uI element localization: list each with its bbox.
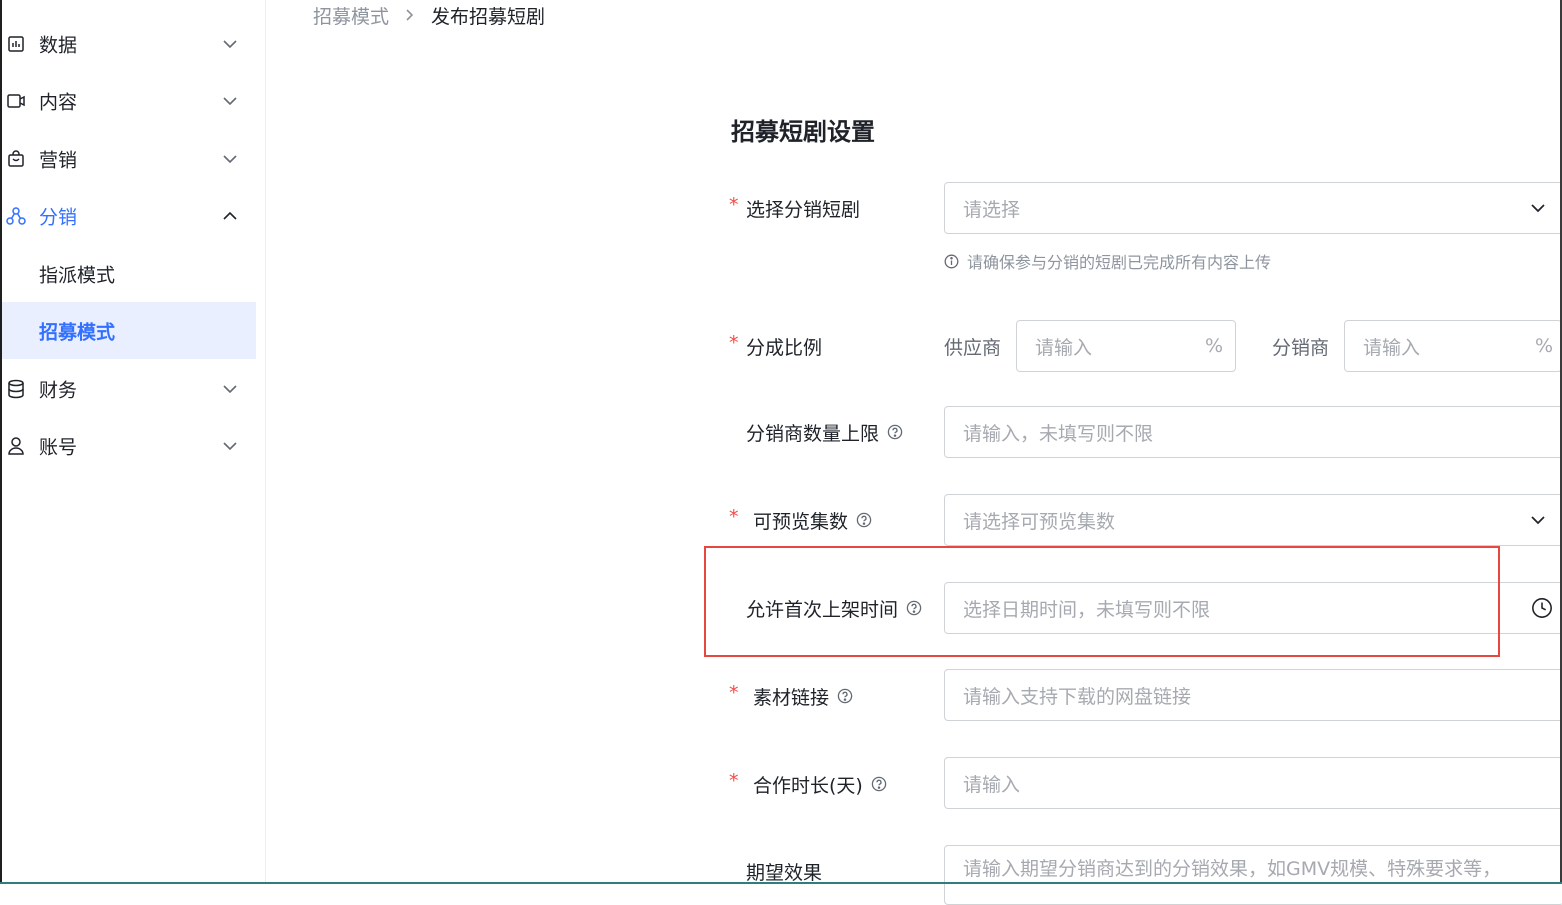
distributor-ratio-input[interactable]: 请输入 %	[1344, 320, 1562, 372]
distributor-label: 分销商	[1272, 331, 1329, 361]
sidebar-subitem-recruit-mode[interactable]: 招募模式	[2, 302, 256, 359]
sidebar-item-account[interactable]: 账号	[2, 417, 256, 474]
sidebar-subitem-assign-mode[interactable]: 指派模式	[2, 245, 256, 302]
chevron-down-icon	[220, 436, 240, 456]
sidebar-item-label: 账号	[39, 432, 77, 459]
section-title: 招募短剧设置	[731, 112, 875, 147]
help-icon[interactable]	[906, 600, 922, 616]
video-icon	[6, 91, 26, 111]
material-link-label: 素材链接	[753, 681, 853, 711]
select-drama-dropdown[interactable]: 请选择	[944, 182, 1562, 234]
sidebar-item-content[interactable]: 内容	[2, 72, 256, 129]
bar-chart-icon	[6, 34, 26, 54]
help-icon[interactable]	[871, 776, 887, 792]
percent-suffix: %	[1535, 335, 1553, 357]
material-link-label-text: 素材链接	[753, 683, 829, 710]
select-drama-hint: 请确保参与分销的短剧已完成所有内容上传	[944, 250, 1271, 272]
sidebar-item-marketing[interactable]: 营销	[2, 130, 256, 187]
required-mark: *	[729, 194, 739, 216]
cooperation-days-label-text: 合作时长(天)	[753, 771, 863, 798]
sidebar-item-label: 分销	[39, 202, 77, 229]
sidebar: 数据 内容 营销	[0, 0, 266, 884]
expected-effect-placeholder: 请输入期望分销商达到的分销效果，如GMV规模、特殊要求等，	[963, 858, 1501, 880]
preview-episodes-dropdown[interactable]: 请选择可预览集数	[944, 494, 1562, 546]
select-drama-placeholder: 请选择	[963, 195, 1020, 222]
required-mark: *	[729, 506, 739, 528]
chevron-down-icon	[220, 91, 240, 111]
distribution-icon	[6, 206, 26, 226]
sidebar-item-label: 内容	[39, 87, 77, 114]
material-link-input[interactable]: 请输入支持下载的网盘链接	[944, 669, 1562, 721]
chevron-down-icon	[220, 149, 240, 169]
first-release-time-picker[interactable]: 选择日期时间，未填写则不限	[944, 582, 1562, 634]
cooperation-days-input[interactable]: 请输入	[944, 757, 1562, 809]
preview-episodes-label: 可预览集数	[753, 505, 872, 535]
distributor-ratio-placeholder: 请输入	[1363, 333, 1420, 360]
supplier-ratio-input[interactable]: 请输入 %	[1016, 320, 1236, 372]
chevron-up-icon	[220, 206, 240, 226]
chevron-down-icon	[220, 379, 240, 399]
help-icon[interactable]	[856, 512, 872, 528]
sidebar-item-data[interactable]: 数据	[2, 15, 256, 72]
sidebar-item-label: 数据	[39, 30, 77, 57]
material-link-placeholder: 请输入支持下载的网盘链接	[963, 682, 1191, 709]
required-mark: *	[729, 682, 739, 704]
first-release-time-label: 允许首次上架时间	[746, 593, 922, 623]
percent-suffix: %	[1205, 335, 1223, 357]
breadcrumb: 招募模式 发布招募短剧	[313, 0, 545, 30]
select-drama-label: 选择分销短剧	[746, 193, 860, 223]
clock-icon	[1531, 597, 1553, 619]
help-icon[interactable]	[837, 688, 853, 704]
chevron-down-icon	[1527, 509, 1549, 531]
expected-effect-textarea[interactable]: 请输入期望分销商达到的分销效果，如GMV规模、特殊要求等，	[944, 845, 1562, 905]
database-icon	[6, 379, 26, 399]
chevron-down-icon	[220, 34, 240, 54]
info-icon	[944, 254, 959, 269]
sidebar-item-label: 营销	[39, 145, 77, 172]
required-mark: *	[729, 770, 739, 792]
sidebar-item-finance[interactable]: 财务	[2, 360, 256, 417]
help-icon[interactable]	[887, 424, 903, 440]
breadcrumb-link-recruit-mode[interactable]: 招募模式	[313, 2, 389, 29]
supplier-label: 供应商	[944, 331, 1001, 361]
distributor-limit-label: 分销商数量上限	[746, 417, 903, 447]
first-release-time-label-text: 允许首次上架时间	[746, 595, 898, 622]
preview-episodes-placeholder: 请选择可预览集数	[963, 507, 1115, 534]
cooperation-days-placeholder: 请输入	[963, 770, 1020, 797]
distributor-limit-placeholder: 请输入，未填写则不限	[963, 419, 1153, 446]
required-mark: *	[729, 332, 739, 354]
breadcrumb-current: 发布招募短剧	[431, 2, 545, 29]
sidebar-item-label: 财务	[39, 375, 77, 402]
sidebar-item-label: 指派模式	[39, 260, 115, 287]
preview-episodes-label-text: 可预览集数	[753, 507, 848, 534]
user-icon	[6, 436, 26, 456]
cooperation-days-label: 合作时长(天)	[753, 769, 887, 799]
sidebar-item-distribution[interactable]: 分销	[2, 187, 256, 244]
first-release-time-placeholder: 选择日期时间，未填写则不限	[963, 595, 1210, 622]
sidebar-item-label: 招募模式	[39, 317, 115, 344]
shopping-bag-icon	[6, 149, 26, 169]
chevron-right-icon	[405, 8, 417, 22]
chevron-down-icon	[1527, 197, 1549, 219]
distributor-limit-label-text: 分销商数量上限	[746, 419, 879, 446]
distributor-limit-input[interactable]: 请输入，未填写则不限	[944, 406, 1562, 458]
split-ratio-label: 分成比例	[746, 331, 822, 361]
supplier-ratio-placeholder: 请输入	[1035, 333, 1092, 360]
hint-text: 请确保参与分销的短剧已完成所有内容上传	[967, 249, 1271, 273]
